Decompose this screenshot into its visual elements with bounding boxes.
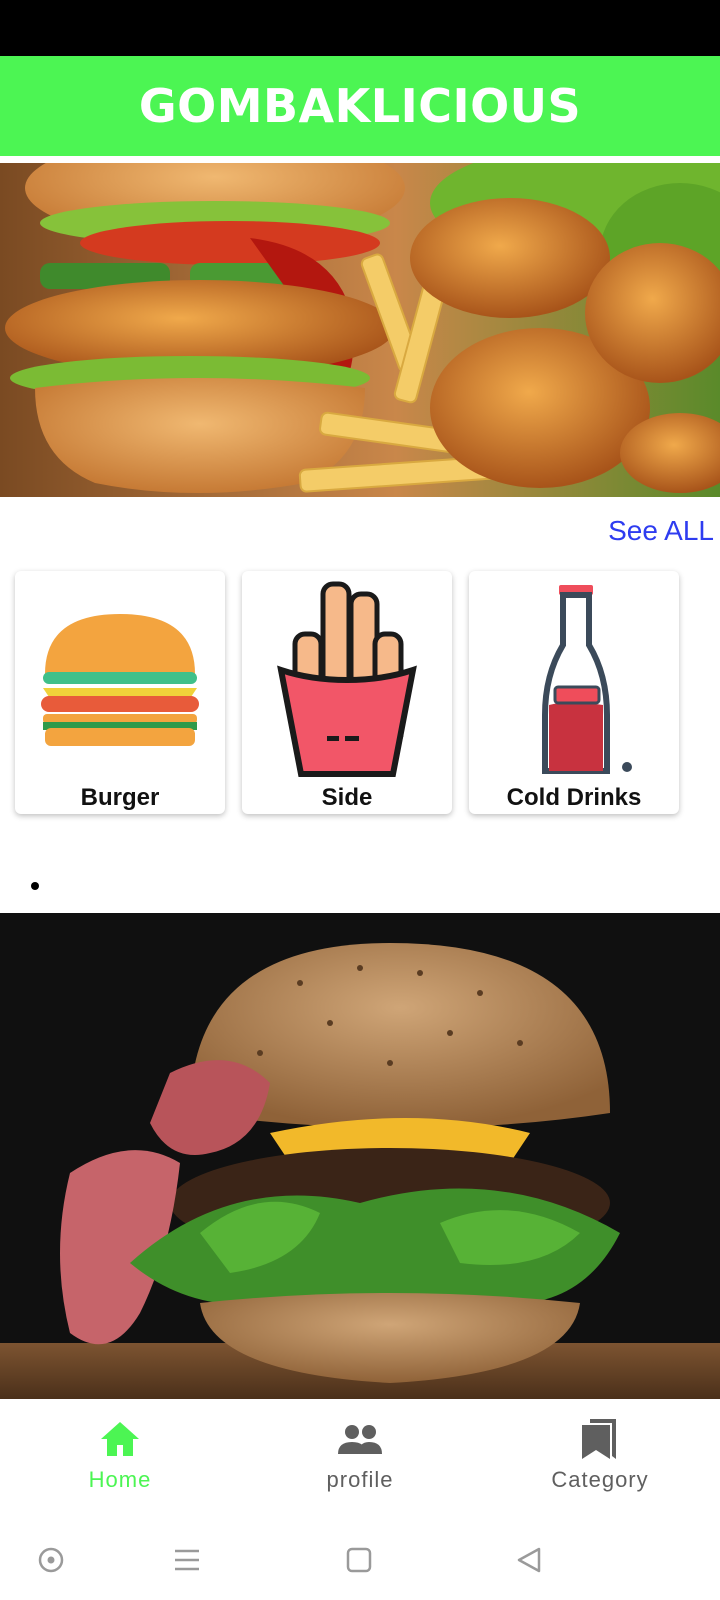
carousel-dot-indicator[interactable]: [31, 882, 39, 890]
status-bar: [0, 0, 720, 56]
top-banner-image[interactable]: [0, 163, 720, 497]
burger-icon: [15, 571, 225, 786]
bottom-navigation: Home profile Category: [0, 1399, 720, 1517]
nav-label-home: Home: [88, 1467, 152, 1492]
nav-item-profile[interactable]: profile: [260, 1399, 460, 1517]
carousel-banner-image[interactable]: [0, 913, 720, 1399]
nav-label-category: Category: [551, 1467, 649, 1492]
fries-icon: [242, 571, 452, 786]
app-title: GOMBAKLICIOUS: [138, 79, 582, 133]
nav-item-category[interactable]: Category: [500, 1399, 700, 1517]
category-card-burger[interactable]: Burger: [15, 571, 225, 814]
soda-bottle-icon: [469, 571, 679, 786]
assistant-icon[interactable]: [34, 1543, 68, 1577]
home-icon: [99, 1417, 141, 1461]
people-icon: [337, 1417, 383, 1461]
category-label: Burger: [80, 784, 160, 811]
back-icon[interactable]: [512, 1543, 546, 1577]
nav-item-home[interactable]: Home: [20, 1399, 220, 1517]
nav-label-profile: profile: [326, 1467, 394, 1492]
category-list: Burger Side Cold Drinks: [15, 571, 705, 816]
app-bar: GOMBAKLICIOUS: [0, 56, 720, 156]
category-label: Side: [321, 784, 373, 811]
bookmarks-icon: [580, 1417, 620, 1461]
system-navigation-bar: [0, 1517, 720, 1600]
burger-and-chicken-photo: [0, 163, 720, 497]
home-square-icon[interactable]: [342, 1543, 376, 1577]
category-card-side[interactable]: Side: [242, 571, 452, 814]
menu-icon[interactable]: [170, 1543, 204, 1577]
see-all-link[interactable]: See ALL: [608, 515, 714, 547]
category-label: Cold Drinks: [506, 784, 642, 811]
category-card-cold-drinks[interactable]: Cold Drinks: [469, 571, 679, 814]
bacon-cheeseburger-photo: [0, 913, 720, 1399]
